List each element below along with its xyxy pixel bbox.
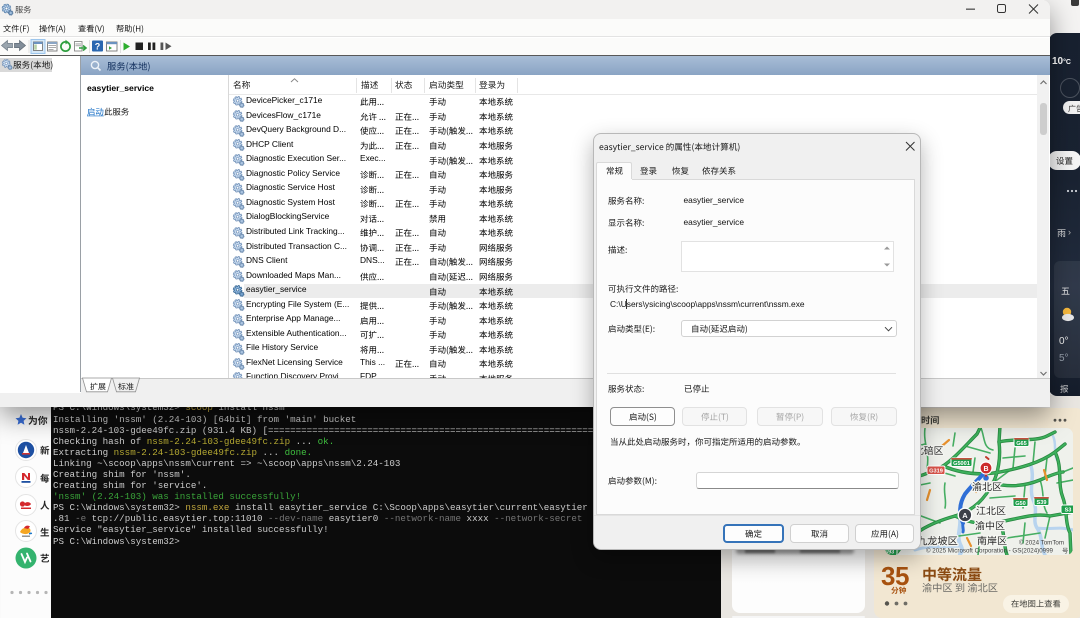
svg-text:G319: G319: [929, 469, 943, 475]
svg-text:G65: G65: [1016, 441, 1027, 447]
svg-text:A: A: [962, 511, 968, 520]
svg-text:G5001: G5001: [953, 461, 970, 467]
svg-text:S39: S39: [1037, 500, 1047, 506]
svg-text:G50: G50: [1015, 501, 1026, 507]
svg-text:?: ?: [95, 42, 101, 52]
svg-text:© 2025 Microsoft Corporation -: © 2025 Microsoft Corporation - GS(2024)0…: [926, 548, 1054, 555]
svg-text:B: B: [983, 466, 988, 473]
svg-text:G93: G93: [884, 550, 895, 556]
svg-text:© 2024 TomTom: © 2024 TomTom: [1019, 540, 1064, 547]
svg-text:S3: S3: [1065, 508, 1072, 514]
